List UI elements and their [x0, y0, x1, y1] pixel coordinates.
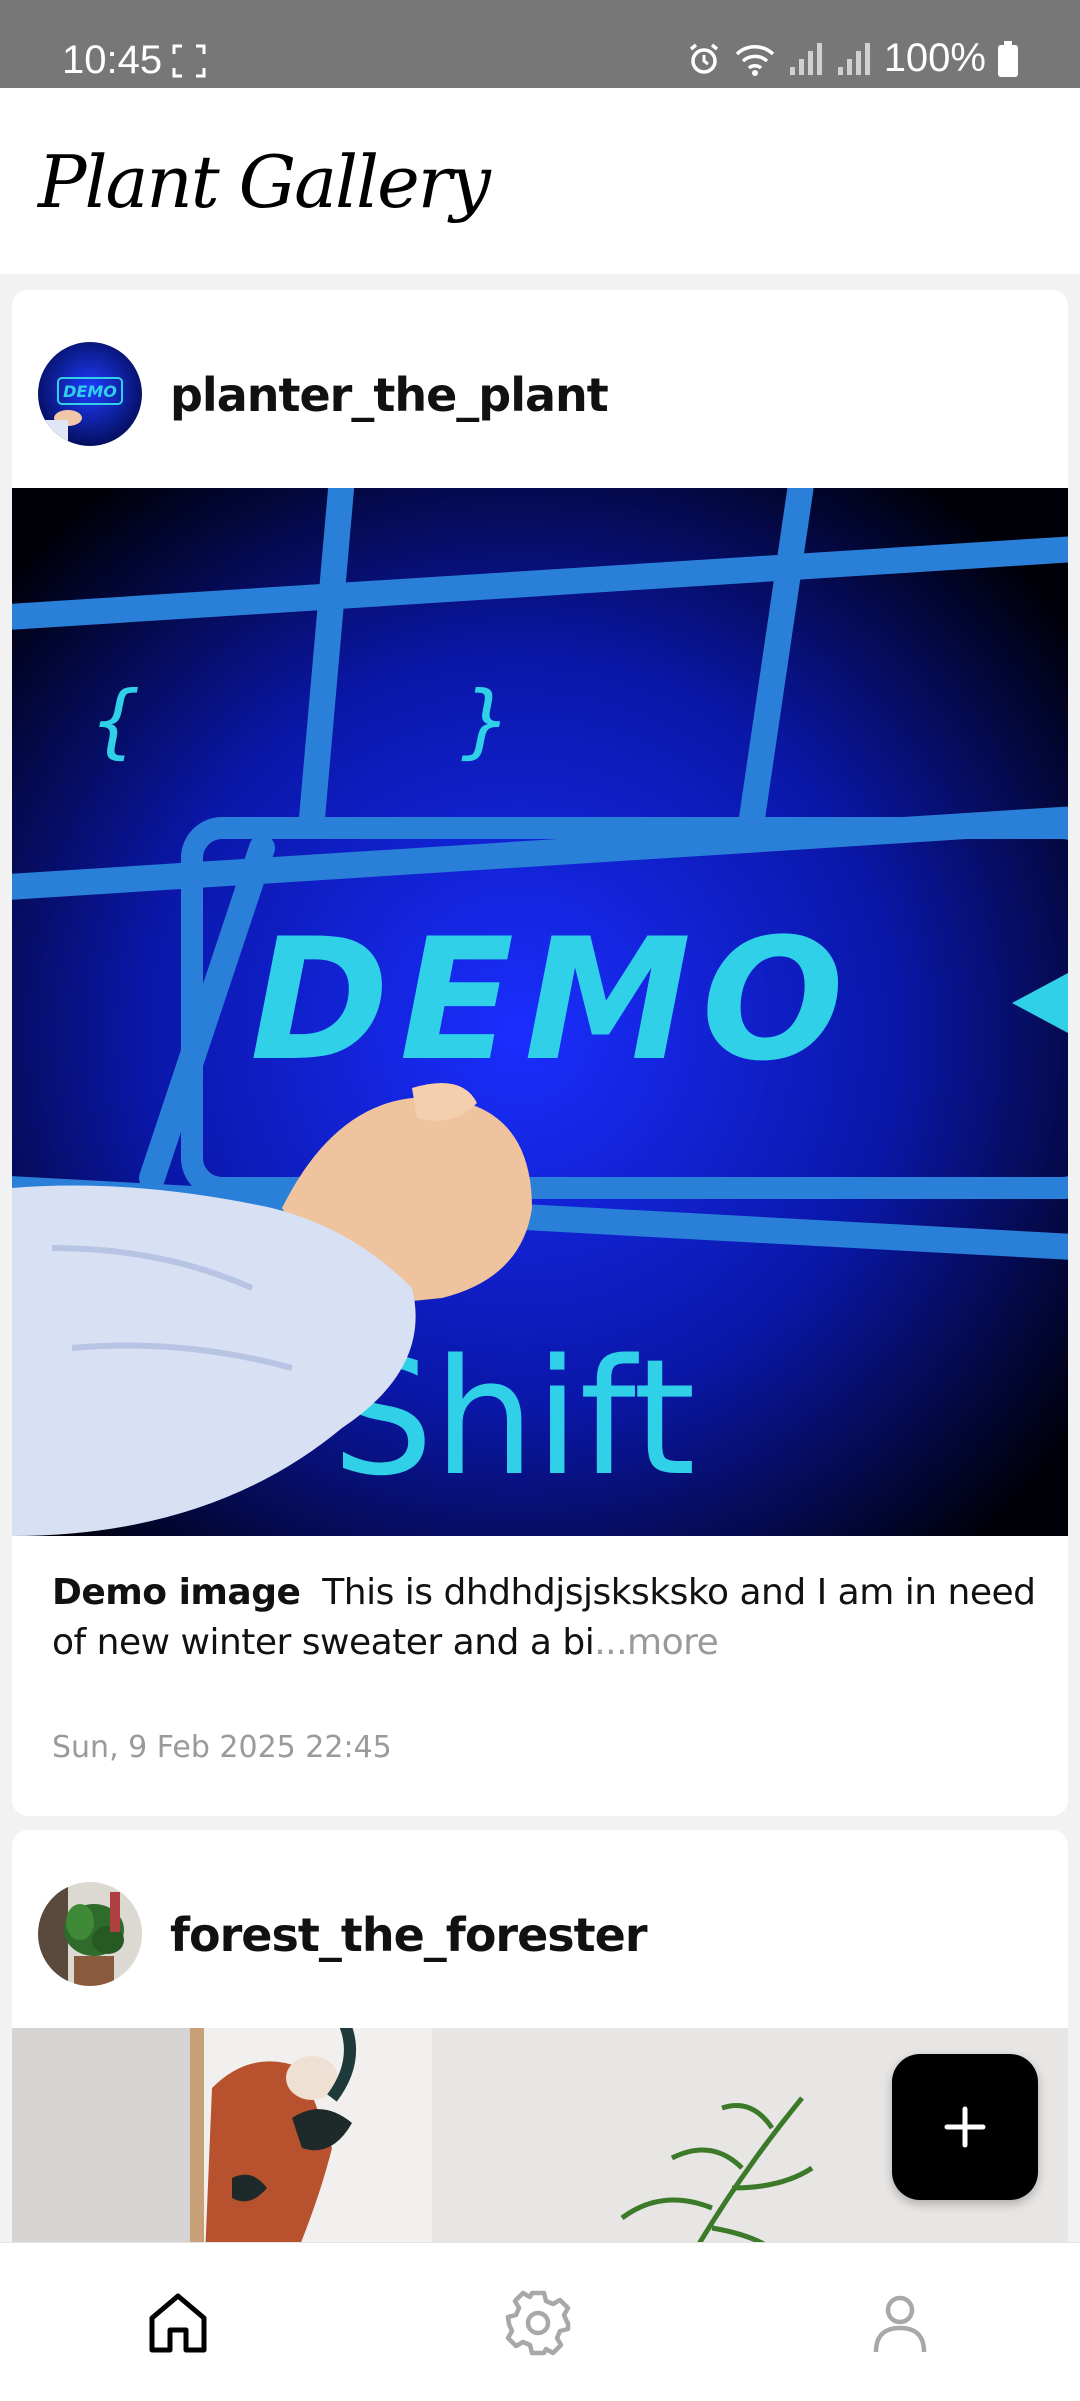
avatar-image — [38, 1882, 142, 1986]
avatar-image: DEMO — [38, 342, 142, 446]
svg-text:}: } — [461, 674, 510, 767]
post-image[interactable]: { } DEMO Shift — [12, 488, 1068, 1536]
bottom-nav — [0, 2242, 1080, 2401]
alarm-icon — [689, 43, 718, 74]
signal-icon-2 — [837, 42, 870, 75]
post-feed[interactable]: DEMO planter_the_plant {} DEMO Shift De… — [0, 274, 1080, 2242]
post-card[interactable]: DEMO planter_the_plant {} DEMO Shift De… — [12, 290, 1068, 1816]
home-icon — [149, 2293, 207, 2353]
post-caption: Demo image This is dhdhdjsjsksksko and I… — [52, 1568, 1042, 1668]
nav-profile[interactable] — [862, 2285, 938, 2361]
add-post-button[interactable] — [892, 2054, 1038, 2200]
screenshot-frame-icon — [172, 44, 206, 78]
nav-home[interactable] — [140, 2285, 216, 2361]
avatar[interactable]: DEMO — [38, 342, 142, 446]
avatar[interactable] — [38, 1882, 142, 1986]
gear-icon — [505, 2290, 571, 2356]
post-header: forest_the_forester — [12, 1830, 1068, 2028]
battery-icon — [998, 40, 1018, 77]
post-header: DEMO planter_the_plant — [12, 290, 1068, 488]
app-header: Plant Gallery — [0, 88, 1080, 274]
post-timestamp: Sun, 9 Feb 2025 22:45 — [52, 1730, 392, 1765]
wifi-icon — [735, 44, 774, 76]
caption-title: Demo image — [52, 1572, 301, 1613]
avatar-demo-text: DEMO — [63, 382, 117, 401]
signal-icon — [789, 42, 822, 75]
status-time: 10:45 — [62, 38, 163, 82]
status-bar: 10:45 100% — [0, 0, 1080, 88]
demo-keyboard-image: { } DEMO Shift — [12, 488, 1068, 1536]
post-username[interactable]: planter_the_plant — [170, 368, 609, 422]
person-icon — [873, 2295, 927, 2353]
battery-percent: 100% — [883, 36, 986, 80]
svg-text:{: { — [92, 674, 140, 767]
status-icons: 100% — [686, 36, 1018, 81]
plus-icon — [944, 2106, 986, 2148]
app-title: Plant Gallery — [38, 140, 491, 224]
post-username[interactable]: forest_the_forester — [170, 1908, 648, 1962]
caption-more-link[interactable]: ...more — [594, 1622, 719, 1663]
nav-settings[interactable] — [500, 2285, 576, 2361]
demo-key-label: DEMO — [250, 902, 854, 1098]
